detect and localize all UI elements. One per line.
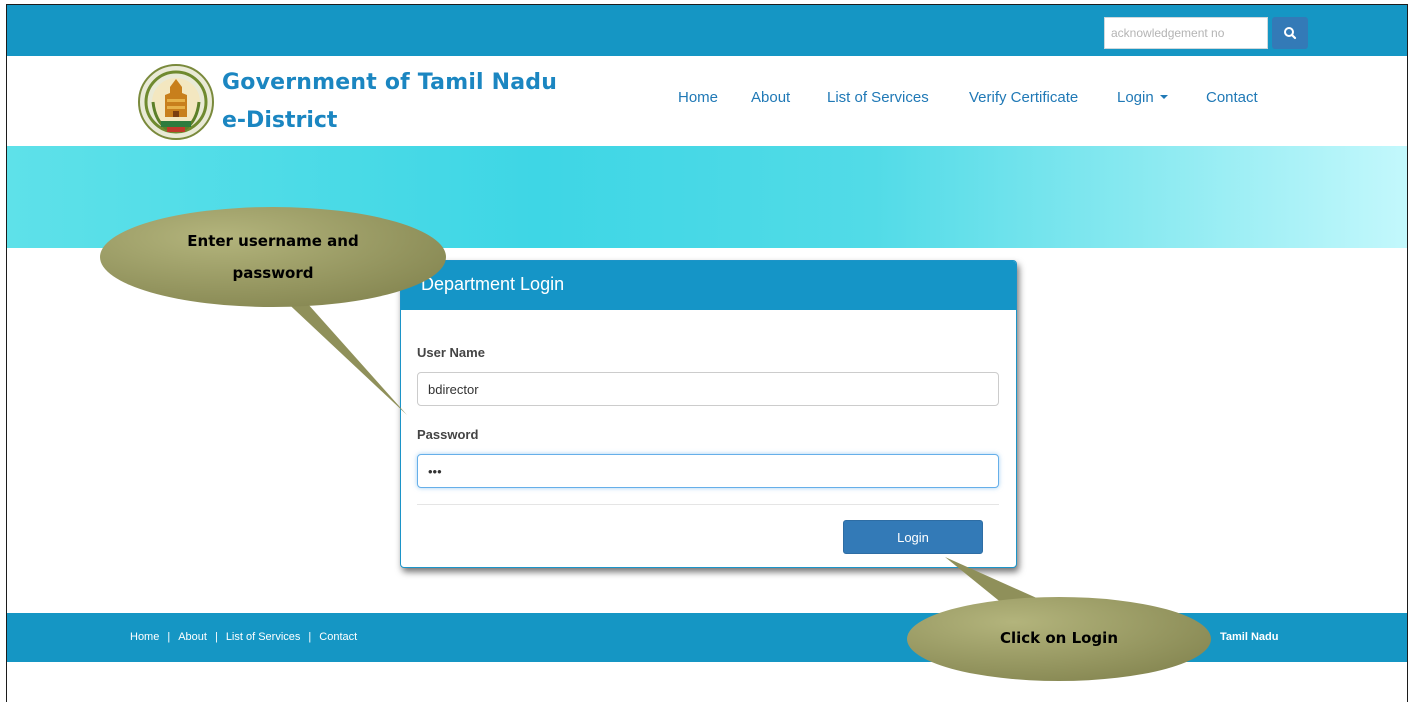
credentials-callout-text: Enter username and password — [187, 232, 359, 282]
screenshot-frame: Government of Tamil Nadu e-District Home… — [6, 4, 1408, 702]
login-callout-text: Click on Login — [999, 629, 1118, 647]
annotation-layer — [100, 207, 1211, 681]
login-callout-bubble — [907, 557, 1211, 681]
